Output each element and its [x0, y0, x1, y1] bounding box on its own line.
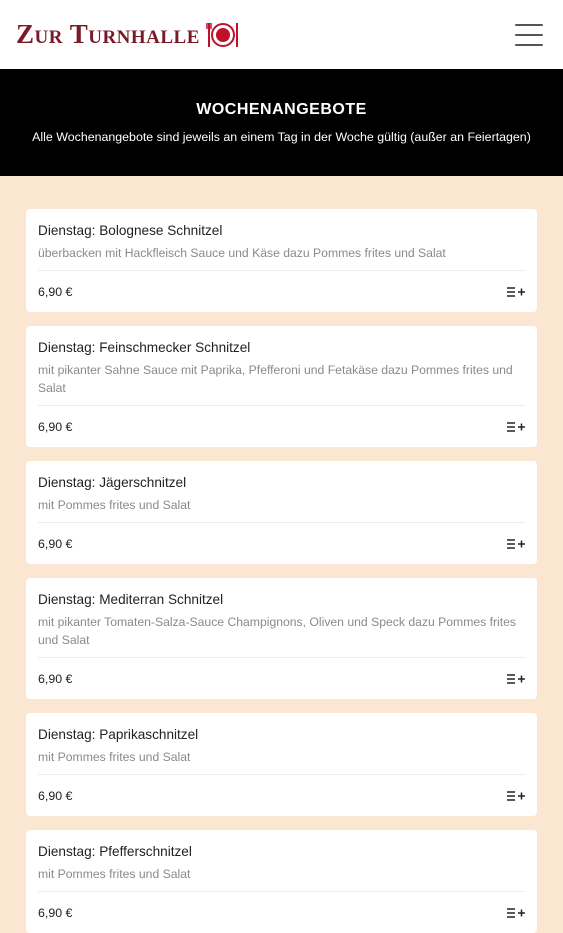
- offer-price: 6,90 €: [38, 671, 73, 686]
- offer-list: Dienstag: Bolognese Schnitzel überbacken…: [0, 176, 563, 933]
- page-title: WOCHENANGEBOTE: [196, 101, 367, 118]
- offer-title: Dienstag: Jägerschnitzel: [38, 475, 187, 490]
- offer-footer: 6,90 €: [38, 658, 525, 699]
- offer-title: Dienstag: Bolognese Schnitzel: [38, 223, 223, 238]
- offer-title: Dienstag: Paprikaschnitzel: [38, 727, 199, 742]
- add-to-list-icon[interactable]: [507, 790, 525, 802]
- offer-title: Dienstag: Mediterran Schnitzel: [38, 592, 224, 607]
- offer-description: überbacken mit Hackfleisch Sauce und Käs…: [38, 244, 525, 271]
- offer-price: 6,90 €: [38, 419, 73, 434]
- offer-title: Dienstag: Feinschmecker Schnitzel: [38, 340, 251, 355]
- add-to-list-icon[interactable]: [507, 538, 525, 550]
- offer-card[interactable]: Dienstag: Pfefferschnitzel mit Pommes fr…: [26, 830, 537, 933]
- offer-card[interactable]: Dienstag: Bolognese Schnitzel überbacken…: [26, 209, 537, 312]
- offer-description: mit pikanter Tomaten-Salza-Sauce Champig…: [38, 613, 525, 658]
- offer-price: 6,90 €: [38, 536, 73, 551]
- offer-price: 6,90 €: [38, 788, 73, 803]
- offer-footer: 6,90 €: [38, 523, 525, 564]
- offer-footer: 6,90 €: [38, 775, 525, 816]
- offer-price: 6,90 €: [38, 905, 73, 920]
- offer-description: mit pikanter Sahne Sauce mit Paprika, Pf…: [38, 361, 525, 406]
- offer-price: 6,90 €: [38, 284, 73, 299]
- plate-cutlery-icon: [206, 22, 238, 47]
- offer-description: mit Pommes frites und Salat: [38, 865, 525, 892]
- add-to-list-icon[interactable]: [507, 421, 525, 433]
- offer-card[interactable]: Dienstag: Feinschmecker Schnitzel mit pi…: [26, 326, 537, 447]
- offer-footer: 6,90 €: [38, 406, 525, 447]
- page-subtitle: Alle Wochenangebote sind jeweils an eine…: [32, 130, 531, 144]
- logo[interactable]: Zur Turnhalle: [16, 19, 240, 50]
- hero-banner: WOCHENANGEBOTE Alle Wochenangebote sind …: [0, 69, 563, 176]
- add-to-list-icon[interactable]: [507, 907, 525, 919]
- offer-description: mit Pommes frites und Salat: [38, 496, 525, 523]
- offer-description: mit Pommes frites und Salat: [38, 748, 525, 775]
- add-to-list-icon[interactable]: [507, 673, 525, 685]
- offer-footer: 6,90 €: [38, 271, 525, 312]
- logo-text: Zur Turnhalle: [16, 19, 200, 49]
- offer-card[interactable]: Dienstag: Paprikaschnitzel mit Pommes fr…: [26, 713, 537, 816]
- add-to-list-icon[interactable]: [507, 286, 525, 298]
- hamburger-menu-icon[interactable]: [515, 23, 543, 46]
- top-bar: Zur Turnhalle: [0, 0, 563, 69]
- offer-card[interactable]: Dienstag: Jägerschnitzel mit Pommes frit…: [26, 461, 537, 564]
- offer-title: Dienstag: Pfefferschnitzel: [38, 844, 192, 859]
- offer-footer: 6,90 €: [38, 892, 525, 933]
- offer-card[interactable]: Dienstag: Mediterran Schnitzel mit pikan…: [26, 578, 537, 699]
